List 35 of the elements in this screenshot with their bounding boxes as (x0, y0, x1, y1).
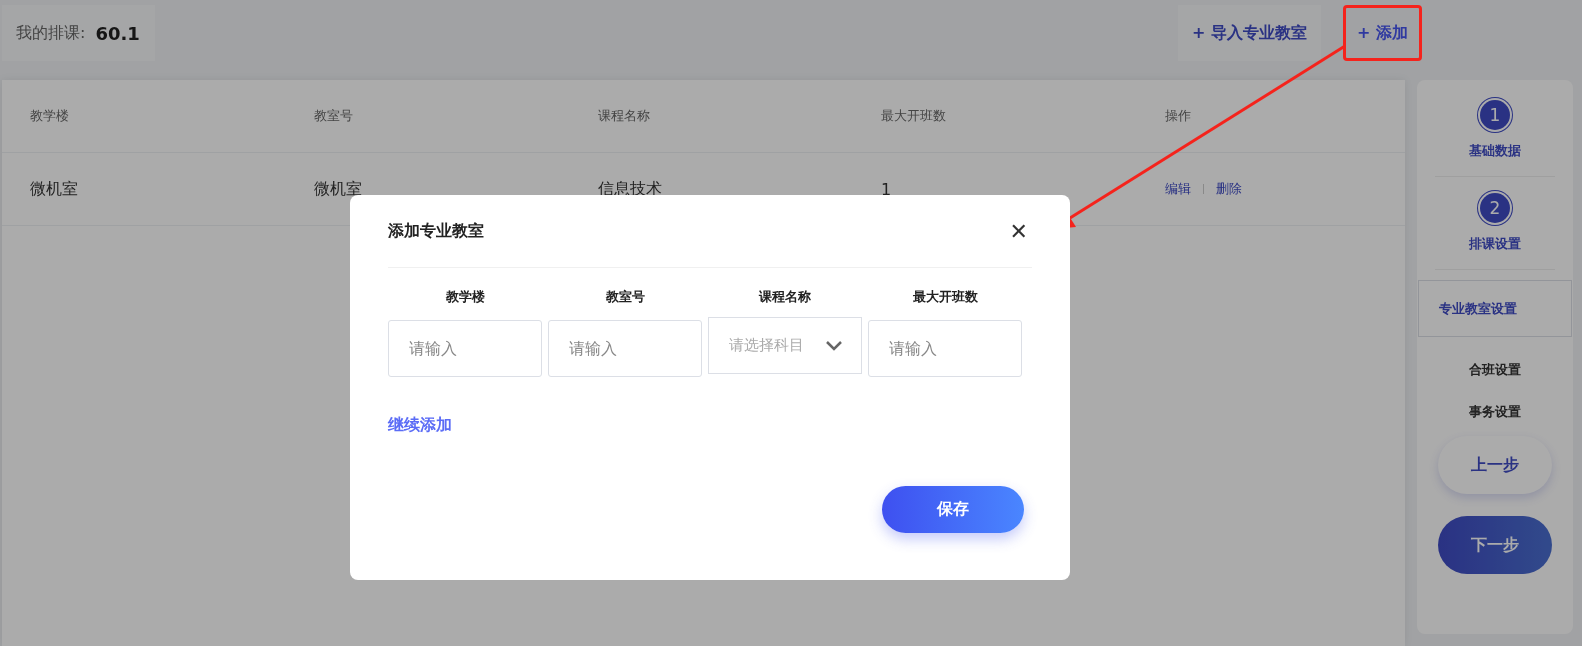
field-label: 教室号 (605, 288, 645, 306)
sidebar-item[interactable]: 事务设置 (1469, 403, 1521, 421)
toolbar-button[interactable]: + 导入专业教室 (1178, 5, 1321, 61)
action-link[interactable]: 编辑 (1165, 180, 1191, 198)
close-button[interactable]: ✕ (1005, 218, 1032, 244)
column-header: 教学楼 (30, 107, 70, 125)
column-header: 课程名称 (598, 107, 651, 125)
input-field[interactable]: 请输入 (548, 320, 702, 377)
field-label: 课程名称 (759, 288, 811, 306)
step-number: 1 (1480, 100, 1510, 130)
column-header: 教室号 (314, 107, 354, 125)
save-button[interactable]: 保存 (882, 486, 1024, 533)
next-button[interactable]: 下一步 (1438, 516, 1552, 574)
sidebar-item[interactable]: 合班设置 (1469, 361, 1521, 379)
input-field[interactable]: 请输入 (388, 320, 542, 377)
step-label: 基础数据 (1469, 142, 1521, 160)
field-label: 最大开班数 (912, 288, 978, 306)
step-label: 排课设置 (1469, 235, 1521, 253)
previous-button[interactable]: 上一步 (1438, 436, 1552, 494)
table-cell-text: 1 (881, 179, 893, 199)
column-header: 最大开班数 (881, 107, 947, 125)
action-link[interactable]: 删除 (1216, 180, 1242, 198)
sidebar-item[interactable]: 专业教室设置 (1418, 280, 1572, 337)
table-cell-text: 微机室 (30, 178, 79, 200)
column-header: 操作 (1165, 107, 1192, 125)
step-number: 2 (1480, 193, 1510, 223)
summary-value: 60.1 (95, 22, 140, 44)
add-more-link[interactable]: 继续添加 (388, 415, 452, 436)
dialog-title: 添加专业教室 (388, 220, 484, 242)
chevron-icon (825, 339, 843, 352)
field-label: 教学楼 (445, 288, 485, 306)
input-field[interactable]: 请输入 (868, 320, 1022, 377)
toolbar-button[interactable]: + 添加 (1343, 5, 1422, 61)
summary-label: 我的排课: (16, 22, 86, 44)
table-cell-text: 微机室 (314, 178, 363, 200)
